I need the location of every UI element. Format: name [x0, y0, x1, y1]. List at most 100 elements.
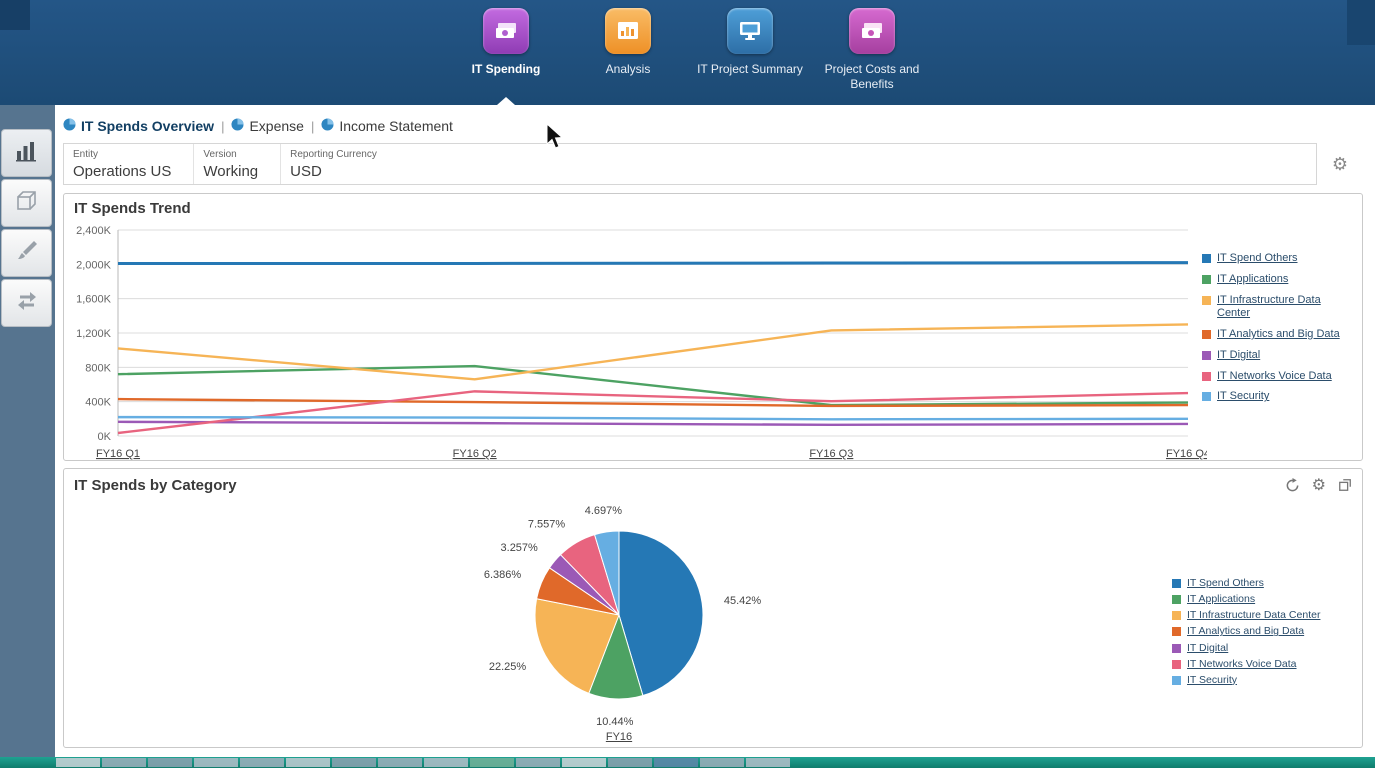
pie-slice-label: 10.44% — [596, 716, 634, 728]
taskbar-segment[interactable] — [102, 758, 146, 767]
taskbar-segment[interactable] — [746, 758, 790, 767]
swap-arrows-icon — [14, 288, 40, 319]
legend-label: IT Infrastructure Data Center — [1217, 294, 1354, 322]
breadcrumb-label: IT Spends Overview — [81, 118, 214, 134]
taskbar-segment[interactable] — [378, 758, 422, 767]
legend-item[interactable]: IT Infrastructure Data Center — [1202, 294, 1354, 322]
app-window: IT Spending Analysis — [0, 0, 1375, 768]
legend-swatch — [1172, 660, 1181, 669]
refresh-icon[interactable] — [1285, 478, 1300, 493]
settings-gear-icon[interactable]: ⚙ — [1312, 475, 1326, 495]
legend-item[interactable]: IT Digital — [1202, 349, 1354, 363]
breadcrumb-separator: | — [221, 119, 224, 134]
legend-label: IT Security — [1187, 674, 1237, 687]
category-panel-toolbar: ⚙ — [1285, 475, 1352, 495]
taskbar-segment[interactable] — [148, 758, 192, 767]
pov-box: Entity Operations US Version Working Rep… — [63, 143, 1317, 185]
breadcrumb-income-statement[interactable]: Income Statement — [321, 118, 453, 134]
app-tile-it-spending[interactable]: IT Spending — [450, 8, 562, 92]
pov-settings-gear-icon[interactable]: ⚙ — [1317, 154, 1363, 175]
pov-field-value: Working — [203, 163, 258, 180]
x-axis-label[interactable]: FY16 Q1 — [96, 448, 140, 460]
x-axis-label[interactable]: FY16 Q4 — [1166, 448, 1207, 460]
y-axis-tick-label: 1,200K — [76, 328, 112, 340]
taskbar-segment[interactable] — [654, 758, 698, 767]
taskbar-segment[interactable] — [56, 758, 100, 767]
dashboard-view-button[interactable] — [1, 129, 52, 177]
swap-view-button[interactable] — [1, 279, 52, 327]
legend-item[interactable]: IT Analytics and Big Data — [1202, 328, 1354, 342]
legend-label: IT Networks Voice Data — [1217, 370, 1332, 384]
taskbar-segment[interactable] — [332, 758, 376, 767]
pie-x-axis-label[interactable]: FY16 — [394, 731, 844, 743]
legend-item[interactable]: IT Infrastructure Data Center — [1172, 609, 1344, 622]
legend-label: IT Analytics and Big Data — [1217, 328, 1340, 342]
legend-label: IT Applications — [1217, 273, 1288, 287]
x-axis-label[interactable]: FY16 Q2 — [453, 448, 497, 460]
header-corner-right — [1347, 0, 1375, 45]
pie-chart-icon — [63, 118, 76, 134]
taskbar-segment[interactable] — [562, 758, 606, 767]
pie-slice-label: 4.697% — [585, 505, 623, 517]
taskbar-segment[interactable] — [240, 758, 284, 767]
legend-item[interactable]: IT Security — [1202, 390, 1354, 404]
legend-item[interactable]: IT Networks Voice Data — [1172, 658, 1344, 671]
pov-reporting-currency[interactable]: Reporting Currency USD — [281, 144, 399, 184]
pie-slice-label: 6.386% — [484, 569, 522, 581]
taskbar-segment[interactable] — [424, 758, 468, 767]
legend-item[interactable]: IT Analytics and Big Data — [1172, 625, 1344, 638]
line-series-IT Spend Others[interactable] — [118, 263, 1188, 264]
app-tile-it-project-summary[interactable]: IT Project Summary — [694, 8, 806, 92]
legend-item[interactable]: IT Security — [1172, 674, 1344, 687]
legend-swatch — [1202, 275, 1211, 284]
legend-item[interactable]: IT Spend Others — [1172, 577, 1344, 590]
pov-field-label: Entity — [73, 149, 171, 160]
legend-label: IT Networks Voice Data — [1187, 658, 1297, 671]
legend-item[interactable]: IT Networks Voice Data — [1202, 370, 1354, 384]
cube-view-button[interactable] — [1, 179, 52, 227]
line-series-IT Digital[interactable] — [118, 422, 1188, 425]
legend-item[interactable]: IT Spend Others — [1202, 252, 1354, 266]
app-tile-project-costs[interactable]: Project Costs and Benefits — [816, 8, 928, 92]
legend-swatch — [1172, 627, 1181, 636]
y-axis-tick-label: 2,000K — [76, 259, 112, 271]
taskbar-segment[interactable] — [700, 758, 744, 767]
pie-chart-icon — [231, 118, 244, 134]
paintbrush-icon — [14, 238, 40, 269]
it-spending-icon — [483, 8, 529, 54]
taskbar-segment[interactable] — [516, 758, 560, 767]
legend-swatch — [1202, 351, 1211, 360]
breadcrumb-it-spends-overview[interactable]: IT Spends Overview — [63, 118, 214, 134]
pov-bar: Entity Operations US Version Working Rep… — [63, 143, 1363, 185]
format-brush-button[interactable] — [1, 229, 52, 277]
taskbar-segment[interactable] — [286, 758, 330, 767]
costs-benefits-icon — [849, 8, 895, 54]
pov-field-label: Reporting Currency — [290, 149, 377, 160]
it-spends-by-category-panel: IT Spends by Category ⚙ 45.42%10.44%22.2… — [63, 468, 1363, 748]
pov-entity[interactable]: Entity Operations US — [64, 144, 194, 184]
legend-label: IT Infrastructure Data Center — [1187, 609, 1320, 622]
legend-item[interactable]: IT Applications — [1172, 593, 1344, 606]
x-axis-label[interactable]: FY16 Q3 — [809, 448, 853, 460]
line-series-IT Networks Voice Data[interactable] — [118, 391, 1188, 433]
taskbar-segment[interactable] — [194, 758, 238, 767]
y-axis-tick-label: 800K — [85, 362, 111, 374]
pov-version[interactable]: Version Working — [194, 144, 281, 184]
app-tile-analysis[interactable]: Analysis — [572, 8, 684, 92]
left-toolbar — [0, 105, 55, 757]
breadcrumb-expense[interactable]: Expense — [231, 118, 303, 134]
maximize-icon[interactable] — [1338, 478, 1352, 492]
legend-label: IT Spend Others — [1187, 577, 1264, 590]
taskbar-segment[interactable] — [608, 758, 652, 767]
app-tile-label: Project Costs and Benefits — [816, 62, 928, 92]
taskbar — [0, 757, 1375, 768]
legend-item[interactable]: IT Digital — [1172, 642, 1344, 655]
legend-item[interactable]: IT Applications — [1202, 273, 1354, 287]
legend-label: IT Security — [1217, 390, 1269, 404]
legend-swatch — [1202, 372, 1211, 381]
pie-slice-label: 22.25% — [489, 661, 527, 673]
taskbar-segment[interactable] — [470, 758, 514, 767]
line-series-IT Security[interactable] — [118, 417, 1188, 419]
legend-label: IT Applications — [1187, 593, 1255, 606]
line-series-IT Applications[interactable] — [118, 366, 1188, 405]
